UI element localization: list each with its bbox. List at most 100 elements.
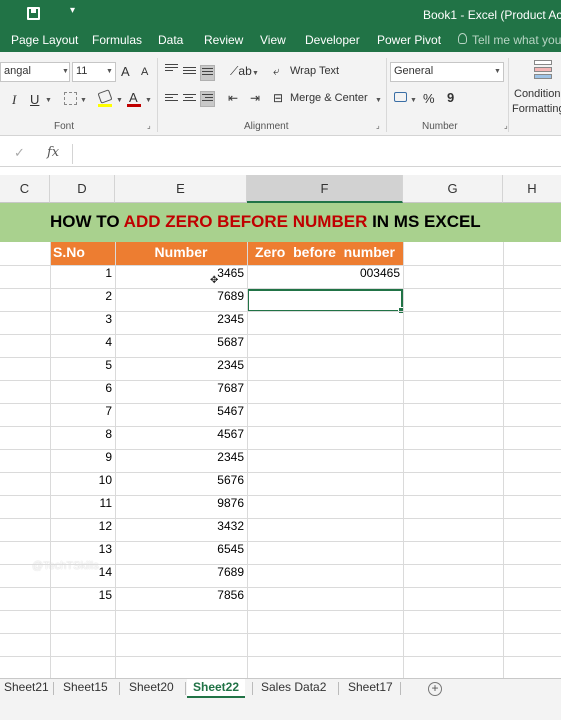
sheet-tab-sheet21[interactable]: Sheet21 [0, 679, 53, 698]
italic-button[interactable]: I [12, 92, 16, 108]
font-name-box[interactable]: angal [0, 62, 70, 82]
tab-review[interactable]: Review [204, 33, 243, 47]
chevron-down-icon[interactable]: ▼ [494, 68, 501, 75]
column-header-f[interactable]: F [247, 175, 403, 203]
conditional-formatting-line2[interactable]: Formatting [512, 103, 561, 115]
active-cell-f2[interactable] [247, 289, 405, 314]
tab-divider [119, 682, 120, 695]
add-sheet-button[interactable]: + [428, 682, 442, 696]
tab-formulas[interactable]: Formulas [92, 33, 142, 47]
underline-button[interactable]: U [30, 92, 39, 107]
align-right-icon[interactable] [200, 91, 215, 107]
grid-row-line [0, 449, 561, 450]
grow-font-button[interactable]: A [121, 64, 130, 79]
tab-divider [185, 682, 186, 695]
grid-row-line [0, 610, 561, 611]
number-group-label: Number [422, 121, 458, 132]
group-divider [157, 58, 158, 132]
chevron-down-icon[interactable]: ▼ [45, 97, 52, 104]
save-icon[interactable] [27, 7, 40, 20]
grid-column-line [247, 242, 248, 678]
formula-bar: ✓ fx [0, 141, 561, 167]
chevron-down-icon[interactable]: ▼ [145, 97, 152, 104]
grid-row-line [0, 288, 561, 289]
grid-row-line [0, 518, 561, 519]
column-header-d[interactable]: D [50, 175, 115, 203]
number-format-box[interactable]: General [390, 62, 504, 82]
sheet-tab-sheet20[interactable]: Sheet20 [125, 679, 178, 698]
conditional-formatting-icon[interactable] [532, 58, 556, 84]
borders-icon[interactable] [64, 92, 77, 105]
font-color-swatch [127, 104, 141, 107]
alignment-group-label: Alignment [244, 121, 289, 132]
merge-icon[interactable]: ⊟ [273, 91, 283, 105]
sheet-tab-sales-data2[interactable]: Sales Data2 [257, 679, 330, 698]
chevron-down-icon[interactable]: ▼ [116, 97, 123, 104]
alignment-dialog-launcher-icon[interactable]: ⌟ [376, 121, 380, 130]
grid-row-line [0, 265, 561, 266]
grid-row-line [0, 311, 561, 312]
sheet-tab-sheet17[interactable]: Sheet17 [344, 679, 397, 698]
grid-row-line [0, 564, 561, 565]
percent-style-button[interactable]: % [423, 91, 435, 106]
increase-indent-icon[interactable]: ⇥ [250, 91, 260, 105]
align-middle-icon[interactable] [183, 67, 196, 77]
orientation-icon[interactable]: ⟋ab [230, 64, 252, 79]
wrap-text-button[interactable]: Wrap Text [290, 65, 339, 77]
conditional-formatting-line1[interactable]: Condition [514, 88, 560, 100]
tab-divider [400, 682, 401, 695]
chevron-down-icon[interactable]: ▼ [106, 68, 113, 75]
sheet-tab-sheet15[interactable]: Sheet15 [59, 679, 112, 698]
font-group-label: Font [54, 121, 75, 132]
chevron-down-icon[interactable]: ▼ [375, 97, 382, 104]
column-header-g[interactable]: G [403, 175, 503, 203]
tab-divider [252, 682, 253, 695]
tab-developer[interactable]: Developer [305, 33, 360, 47]
chevron-down-icon[interactable]: ▼ [62, 68, 69, 75]
watermark: @TechTSkills [32, 560, 99, 572]
tab-view[interactable]: View [260, 33, 286, 47]
merge-center-button[interactable]: Merge & Center [290, 92, 368, 104]
grid-row-line [0, 334, 561, 335]
grid-row-line [0, 403, 561, 404]
wrap-text-icon[interactable]: ⤶ [273, 64, 280, 79]
align-bottom-icon[interactable] [200, 65, 215, 81]
grid-row-line [0, 357, 561, 358]
align-center-icon[interactable] [183, 94, 196, 104]
chevron-down-icon[interactable]: ▼ [410, 97, 417, 104]
font-color-button[interactable]: A [129, 90, 138, 105]
quick-access-dropdown-icon[interactable]: ▾ [70, 5, 75, 16]
fill-color-swatch [98, 104, 112, 107]
column-header-h[interactable]: H [503, 175, 561, 203]
tab-data[interactable]: Data [158, 33, 183, 47]
decrease-indent-icon[interactable]: ⇤ [228, 91, 238, 105]
sheet-tab-sheet22[interactable]: Sheet22 [187, 679, 246, 698]
tab-power-pivot[interactable]: Power Pivot [377, 33, 441, 47]
tab-page-layout[interactable]: Page Layout [11, 33, 78, 47]
column-header-e[interactable]: E [115, 175, 247, 203]
chevron-down-icon[interactable]: ▼ [252, 70, 259, 77]
group-divider [386, 58, 387, 132]
grid-row-line [0, 541, 561, 542]
ribbon-tabs: Page Layout Formulas Data Review View De… [0, 30, 561, 52]
column-header-c[interactable]: C [0, 175, 50, 203]
font-dialog-launcher-icon[interactable]: ⌟ [147, 121, 151, 130]
banner-title: HOW TO ADD ZERO BEFORE NUMBER IN MS EXCE… [50, 212, 481, 231]
grid-row-line [0, 587, 561, 588]
align-left-icon[interactable] [165, 94, 178, 104]
formula-bar-divider [72, 144, 73, 164]
tell-me-search[interactable]: Tell me what you w [472, 33, 561, 47]
shrink-font-button[interactable]: A [141, 66, 148, 78]
window-title: Book1 - Excel (Product Activ [423, 8, 561, 22]
chevron-down-icon[interactable]: ▼ [80, 97, 87, 104]
sheet-tab-bar: Sheet21 Sheet15 Sheet20 Sheet22 Sales Da… [0, 678, 561, 698]
grid-row-line [0, 633, 561, 634]
comma-style-button[interactable]: 9 [447, 90, 454, 105]
grid-row-line [0, 656, 561, 657]
tab-divider [53, 682, 54, 695]
confirm-icon[interactable]: ✓ [14, 145, 25, 161]
grid-column-line [115, 242, 116, 678]
align-top-icon[interactable] [165, 64, 178, 74]
insert-function-button[interactable]: fx [47, 145, 59, 160]
accounting-format-icon[interactable] [394, 92, 407, 102]
